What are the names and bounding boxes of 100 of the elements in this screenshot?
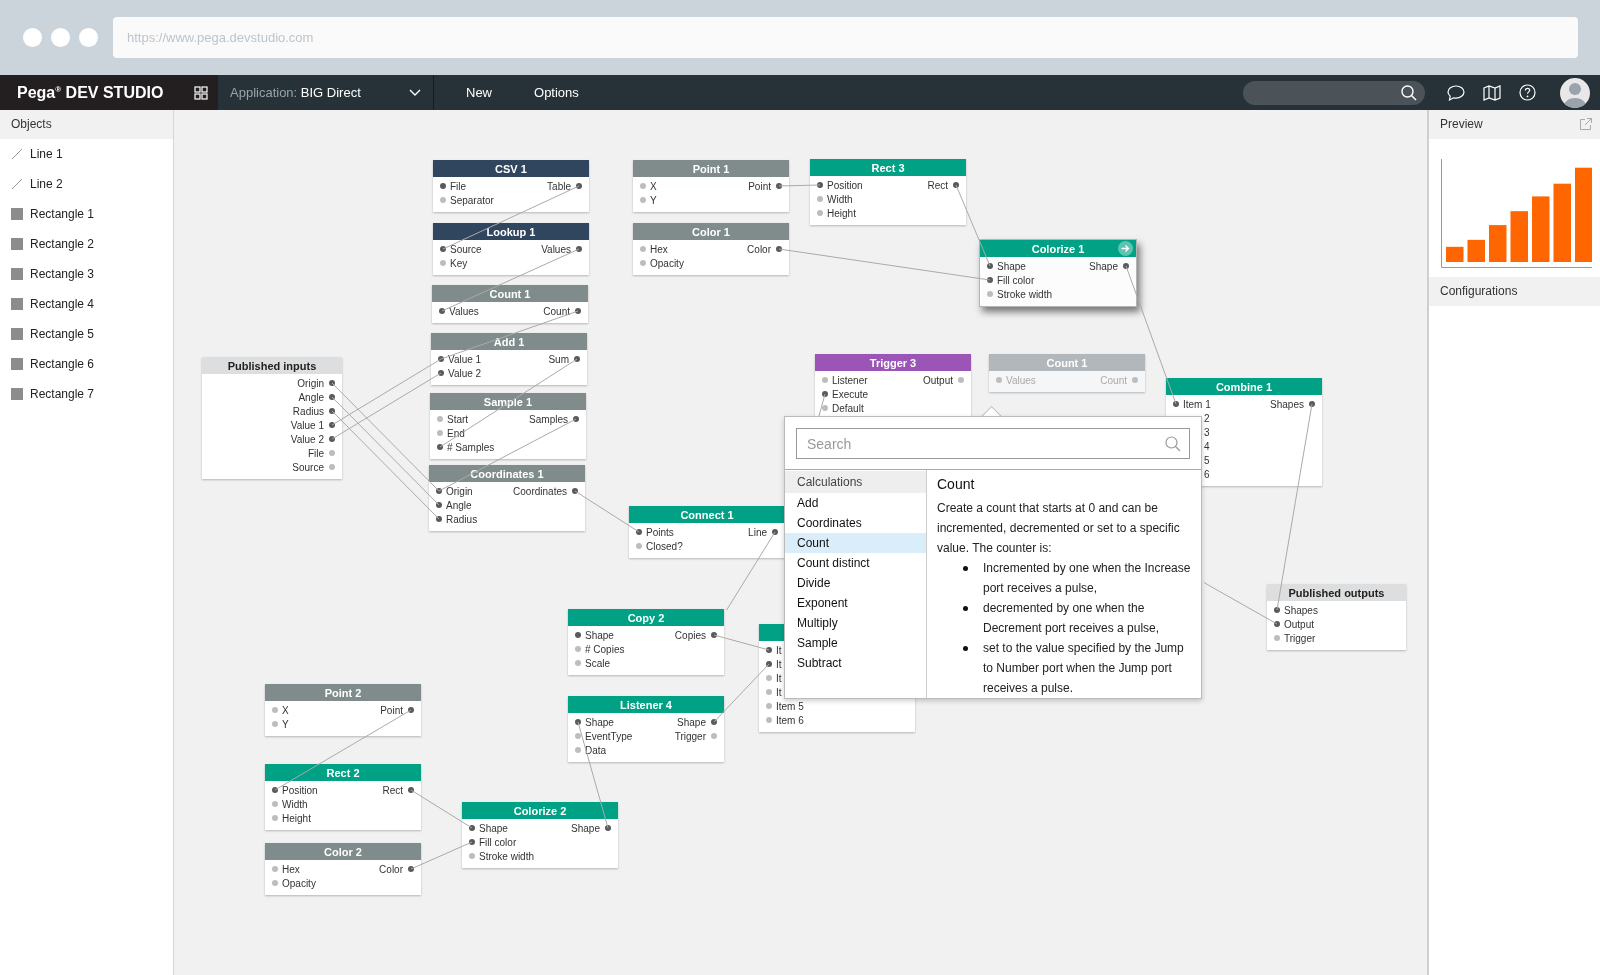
search-field[interactable] (1243, 80, 1425, 105)
port-dot[interactable] (272, 787, 278, 793)
port-dot[interactable] (439, 308, 445, 314)
port-dot[interactable] (469, 853, 475, 859)
list-item[interactable]: Add (785, 493, 926, 513)
node-card[interactable]: Colorize 1 Shape Shape Fill color Stroke width (979, 239, 1137, 307)
port-dot[interactable] (640, 260, 646, 266)
port-dot[interactable] (1123, 263, 1129, 269)
search-field[interactable]: Search (796, 428, 1190, 459)
port-dot[interactable] (469, 839, 475, 845)
port-dot[interactable] (822, 391, 828, 397)
port-dot[interactable] (987, 277, 993, 283)
port-dot[interactable] (440, 183, 446, 189)
port-dot[interactable] (711, 733, 717, 739)
port-dot[interactable] (440, 246, 446, 252)
node-card[interactable]: Color 2 Hex Color Opacity (265, 843, 421, 895)
port-dot[interactable] (1274, 635, 1280, 641)
node-card[interactable]: Published outputs Shapes Output Trigger (1267, 584, 1406, 650)
port-dot[interactable] (575, 719, 581, 725)
map-icon[interactable] (1483, 84, 1501, 101)
port-dot[interactable] (272, 721, 278, 727)
port-dot[interactable] (329, 422, 335, 428)
port-dot[interactable] (640, 183, 646, 189)
port-dot[interactable] (575, 660, 581, 666)
port-dot[interactable] (817, 182, 823, 188)
port-dot[interactable] (272, 707, 278, 713)
list-item[interactable]: Multiply (785, 613, 926, 633)
node-card[interactable]: Add 1 Value 1 Sum Value 2 (431, 333, 587, 385)
object-list-item[interactable]: Line 1 (0, 139, 173, 169)
port-dot[interactable] (572, 488, 578, 494)
port-dot[interactable] (574, 356, 580, 362)
arrow-right-icon[interactable] (1118, 241, 1133, 256)
port-dot[interactable] (987, 263, 993, 269)
port-dot[interactable] (776, 183, 782, 189)
port-dot[interactable] (1274, 621, 1280, 627)
menu-button[interactable]: New (456, 81, 502, 104)
object-list-item[interactable]: Rectangle 6 (0, 349, 173, 379)
port-dot[interactable] (575, 308, 581, 314)
port-dot[interactable] (575, 733, 581, 739)
port-dot[interactable] (440, 197, 446, 203)
node-card[interactable]: Point 2 X Point Y (265, 684, 421, 736)
avatar[interactable] (1560, 77, 1590, 108)
node-card[interactable]: CSV 1 File Table Separator (433, 160, 589, 212)
port-dot[interactable] (436, 488, 442, 494)
list-item[interactable]: Exponent (785, 593, 926, 613)
object-list-item[interactable]: Rectangle 2 (0, 229, 173, 259)
port-dot[interactable] (575, 747, 581, 753)
port-dot[interactable] (1309, 401, 1315, 407)
port-dot[interactable] (329, 450, 335, 456)
port-dot[interactable] (817, 210, 823, 216)
node-card[interactable]: Connect 1 Points Line Closed? (629, 506, 785, 558)
port-dot[interactable] (822, 405, 828, 411)
port-dot[interactable] (776, 246, 782, 252)
port-dot[interactable] (953, 182, 959, 188)
port-dot[interactable] (766, 689, 772, 695)
help-icon[interactable] (1519, 84, 1536, 101)
port-dot[interactable] (438, 370, 444, 376)
port-dot[interactable] (605, 825, 611, 831)
port-dot[interactable] (436, 502, 442, 508)
object-list-item[interactable]: Rectangle 4 (0, 289, 173, 319)
object-list-item[interactable]: Rectangle 7 (0, 379, 173, 409)
port-dot[interactable] (766, 703, 772, 709)
port-dot[interactable] (575, 646, 581, 652)
port-dot[interactable] (640, 246, 646, 252)
port-dot[interactable] (272, 866, 278, 872)
port-dot[interactable] (329, 380, 335, 386)
port-dot[interactable] (329, 408, 335, 414)
list-item[interactable]: Subtract (785, 653, 926, 673)
object-list-item[interactable]: Rectangle 3 (0, 259, 173, 289)
list-item[interactable]: Coordinates (785, 513, 926, 533)
object-list-item[interactable]: Rectangle 5 (0, 319, 173, 349)
port-dot[interactable] (636, 529, 642, 535)
grid-icon[interactable] (194, 85, 208, 100)
node-card[interactable]: Count 1 Values Count (432, 285, 588, 323)
object-list-item[interactable]: Rectangle 1 (0, 199, 173, 229)
port-dot[interactable] (958, 377, 964, 383)
node-card[interactable]: Lookup 1 Source Values Key (433, 223, 589, 275)
port-dot[interactable] (987, 291, 993, 297)
port-dot[interactable] (640, 197, 646, 203)
port-dot[interactable] (440, 260, 446, 266)
port-dot[interactable] (772, 529, 778, 535)
list-item[interactable]: Count distinct (785, 553, 926, 573)
list-item[interactable]: Count (785, 533, 926, 553)
port-dot[interactable] (576, 246, 582, 252)
port-dot[interactable] (436, 516, 442, 522)
port-dot[interactable] (711, 632, 717, 638)
port-dot[interactable] (766, 675, 772, 681)
node-card[interactable]: Sample 1 Start Samples End # Samples (430, 393, 586, 459)
node-card[interactable]: Copy 2 Shape Copies # Copies Scale (568, 609, 724, 675)
port-dot[interactable] (272, 880, 278, 886)
port-dot[interactable] (329, 464, 335, 470)
port-dot[interactable] (437, 444, 443, 450)
object-list-item[interactable]: Line 2 (0, 169, 173, 199)
port-dot[interactable] (469, 825, 475, 831)
port-dot[interactable] (575, 632, 581, 638)
port-dot[interactable] (822, 377, 828, 383)
port-dot[interactable] (766, 661, 772, 667)
port-dot[interactable] (329, 436, 335, 442)
node-card[interactable]: Color 1 Hex Color Opacity (633, 223, 789, 275)
list-item[interactable]: Sample (785, 633, 926, 653)
